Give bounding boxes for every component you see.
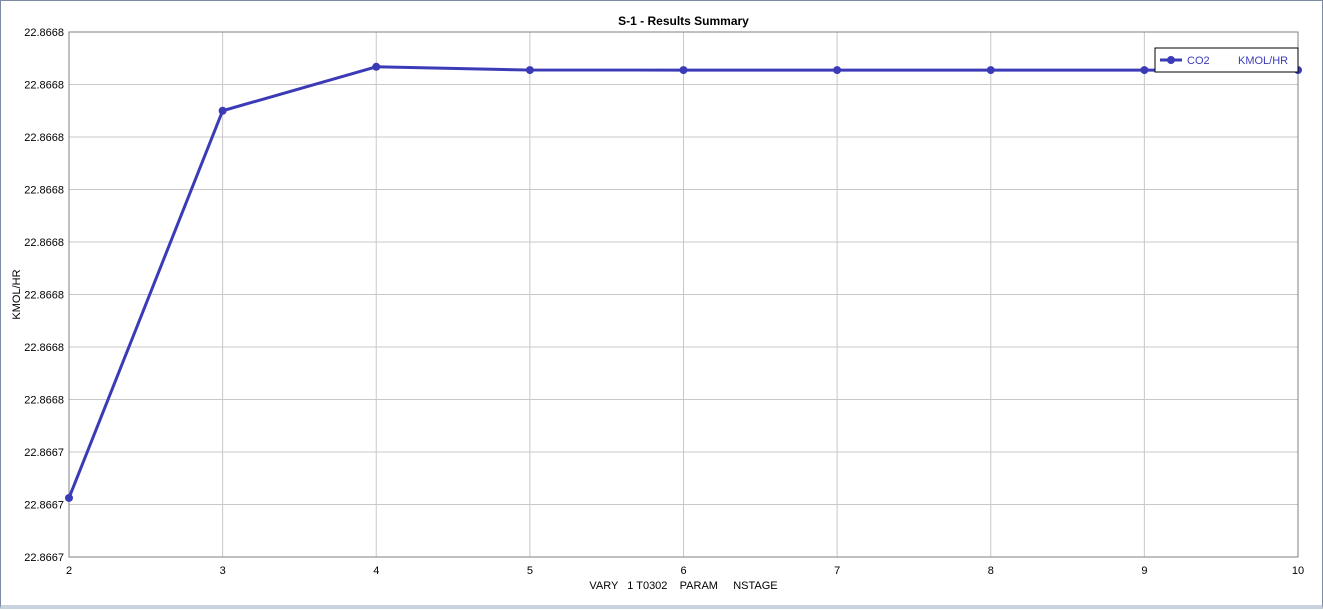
legend-series-name: CO2 [1187, 55, 1210, 67]
x-axis-label: VARY 1 T0302 PARAM NSTAGE [589, 580, 777, 592]
y-tick-label: 22.8667 [24, 500, 64, 512]
legend-point-marker [1167, 56, 1175, 64]
data-point[interactable] [1140, 66, 1149, 75]
x-tick-label: 7 [834, 565, 840, 577]
x-tick-label: 10 [1292, 565, 1304, 577]
y-tick-label: 22.8668 [24, 80, 64, 92]
data-point[interactable] [525, 66, 534, 75]
results-chart: S-1 - Results Summary 22.866822.866822.8… [11, 14, 1304, 592]
x-tick-label: 4 [373, 565, 379, 577]
data-point[interactable] [65, 493, 73, 502]
x-tick-label: 9 [1141, 565, 1147, 577]
y-axis-ticks: 22.8668 22.8668 22.8668 22.8668 22.8668 22.86… [24, 27, 64, 564]
y-tick-label: 22.8668 [24, 342, 64, 354]
y-axis-label: KMOL/HR [11, 269, 23, 319]
y-tick-label: 22.8668 [24, 132, 64, 144]
x-tick-label: 2 [66, 565, 72, 577]
x-tick-label: 5 [527, 565, 533, 577]
chart-title: S-1 - Results Summary [618, 14, 749, 28]
data-point[interactable] [833, 66, 842, 75]
data-point[interactable] [679, 66, 688, 75]
data-point[interactable] [986, 66, 995, 75]
legend-series-unit: KMOL/HR [1238, 55, 1288, 67]
y-tick-label: 22.8668 [24, 237, 64, 249]
y-tick-label: 22.8668 [24, 185, 64, 197]
x-tick-label: 6 [680, 565, 686, 577]
data-point[interactable] [372, 62, 381, 71]
legend: CO2 KMOL/HR [1154, 47, 1299, 73]
data-point[interactable] [218, 106, 227, 115]
grid [69, 32, 1298, 557]
y-tick-label: 22.8667 [24, 447, 64, 459]
y-tick-label: 22.8668 [24, 27, 64, 39]
y-tick-label: 22.8667 [24, 552, 64, 564]
x-tick-label: 8 [988, 565, 994, 577]
x-tick-label: 3 [220, 565, 226, 577]
x-axis-ticks: 2 3 4 5 6 7 8 9 10 [66, 565, 1304, 577]
y-tick-label: 22.8668 [24, 290, 64, 302]
y-tick-label: 22.8668 [24, 395, 64, 407]
